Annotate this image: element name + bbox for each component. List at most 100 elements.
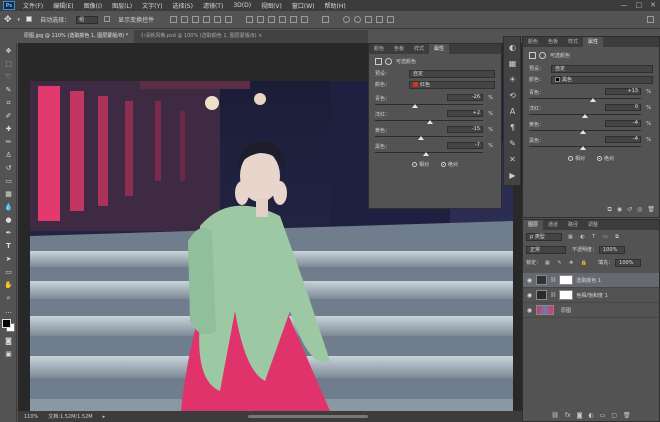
eye-icon[interactable]: ◉ bbox=[526, 292, 533, 299]
move-tool-icon[interactable]: ✥ bbox=[3, 46, 14, 56]
distribute-right-icon[interactable] bbox=[301, 16, 309, 23]
tab-paths[interactable]: 路径 bbox=[563, 220, 583, 230]
auto-select-checkbox[interactable] bbox=[26, 15, 34, 24]
menu-layer[interactable]: 图层(L) bbox=[107, 1, 137, 10]
history-panel-icon[interactable]: ⟲ bbox=[507, 90, 518, 101]
eraser-tool-icon[interactable]: ▭ bbox=[3, 176, 14, 186]
type-tool-icon[interactable]: T bbox=[3, 241, 14, 251]
menu-edit[interactable]: 编辑(E) bbox=[48, 1, 78, 10]
distribute-bottom-icon[interactable] bbox=[268, 16, 276, 23]
mask-icon[interactable] bbox=[385, 57, 392, 65]
tab-properties[interactable]: 属性 bbox=[429, 44, 450, 54]
color-dropdown[interactable]: 红色 bbox=[409, 80, 495, 89]
menu-file[interactable]: 文件(F) bbox=[18, 1, 48, 10]
tab-adjustments[interactable]: 调整 bbox=[583, 220, 603, 230]
gradient-tool-icon[interactable]: ▦ bbox=[3, 189, 14, 199]
slider-row[interactable]: 洋红： 0% bbox=[529, 104, 653, 120]
reset-icon[interactable]: ↺ bbox=[627, 206, 632, 214]
layer-name[interactable]: 原图 bbox=[561, 307, 571, 314]
new-adjustment-icon[interactable]: ◐ bbox=[588, 412, 593, 419]
align-right-icon[interactable] bbox=[225, 16, 233, 23]
menu-type[interactable]: 文字(Y) bbox=[137, 1, 167, 10]
slider-value-field[interactable]: -26 bbox=[447, 94, 483, 101]
dodge-tool-icon[interactable]: ● bbox=[3, 215, 14, 225]
radio-absolute[interactable]: 绝对 bbox=[441, 161, 458, 168]
slider-row[interactable]: 青色： +13% bbox=[529, 88, 653, 104]
workspace-icon[interactable] bbox=[647, 16, 654, 23]
visibility-icon[interactable]: ◎ bbox=[637, 206, 642, 214]
menu-select[interactable]: 选择(S) bbox=[167, 1, 198, 10]
preset-dropdown-right[interactable]: 自定 bbox=[551, 64, 653, 73]
tab-layers[interactable]: 图层 bbox=[523, 220, 544, 230]
move-tool-icon[interactable]: ✥ bbox=[4, 15, 12, 25]
distribute-top-icon[interactable] bbox=[246, 16, 254, 23]
tab-styles-right[interactable]: 样式 bbox=[563, 37, 583, 47]
align-left-icon[interactable] bbox=[203, 16, 211, 23]
slider-thumb[interactable] bbox=[422, 152, 429, 156]
layer-row[interactable]: ◉ ⛓ 选取颜色 1 bbox=[523, 273, 659, 288]
distribute-left-icon[interactable] bbox=[279, 16, 287, 23]
opacity-field[interactable]: 100% bbox=[599, 245, 626, 254]
color-dropdown-right[interactable]: 黑色 bbox=[551, 75, 653, 84]
slider-track[interactable] bbox=[375, 152, 483, 153]
slider-row[interactable]: 黑色： -7% bbox=[375, 142, 495, 158]
radio-absolute-right[interactable]: 绝对 bbox=[597, 155, 614, 162]
slider-thumb[interactable] bbox=[589, 98, 596, 102]
hand-tool-icon[interactable]: ✋ bbox=[3, 280, 14, 290]
slider-thumb[interactable] bbox=[579, 146, 586, 150]
slider-row[interactable]: 黄色： -15% bbox=[375, 126, 495, 142]
quick-select-tool-icon[interactable]: ✎ bbox=[3, 85, 14, 95]
menu-3d[interactable]: 3D(D) bbox=[228, 2, 256, 9]
distribute-vcenter-icon[interactable] bbox=[257, 16, 265, 23]
tab-original[interactable]: 原图.jpg @ 110% (选取颜色 1, 图层蒙版/8) * bbox=[18, 30, 135, 43]
layer-name[interactable]: 选取颜色 1 bbox=[576, 277, 601, 284]
slider-thumb[interactable] bbox=[579, 130, 586, 134]
menu-filter[interactable]: 滤镜(T) bbox=[198, 1, 228, 10]
new-group-icon[interactable]: ▭ bbox=[600, 412, 606, 419]
zoom-tool-icon[interactable]: ⌕ bbox=[3, 293, 14, 303]
shape-tool-icon[interactable]: ▭ bbox=[3, 267, 14, 277]
adjustments-panel-icon[interactable]: ☀ bbox=[507, 74, 518, 85]
show-transform-checkbox[interactable] bbox=[104, 15, 112, 24]
chain-icon[interactable]: ⛓ bbox=[550, 277, 556, 283]
slider-value-field[interactable]: -4 bbox=[605, 136, 641, 143]
delete-layer-icon[interactable]: 🗑 bbox=[623, 412, 631, 419]
tab-swatches-right[interactable]: 色板 bbox=[543, 37, 563, 47]
add-mask-icon[interactable]: ◙ bbox=[577, 412, 583, 419]
swatches-panel-icon[interactable]: ▦ bbox=[507, 58, 518, 69]
crop-tool-icon[interactable]: ⌗ bbox=[3, 98, 14, 108]
screen-mode-icon[interactable]: ▣ bbox=[3, 349, 14, 359]
layer-filter-dropdown[interactable]: ρ 类型 bbox=[526, 232, 562, 241]
slider-thumb[interactable] bbox=[418, 136, 425, 140]
align-vcenter-icon[interactable] bbox=[181, 16, 189, 23]
3d-roll-icon[interactable] bbox=[354, 16, 362, 23]
slider-row[interactable]: 青色： -26% bbox=[375, 94, 495, 110]
maximize-button[interactable]: □ bbox=[636, 1, 643, 9]
slider-row[interactable]: 洋红： +2% bbox=[375, 110, 495, 126]
color-panel-icon[interactable]: ◐ bbox=[507, 42, 518, 53]
slider-track[interactable] bbox=[529, 98, 641, 99]
clip-to-layer-icon[interactable]: ⧉ bbox=[608, 206, 612, 214]
delete-icon[interactable]: 🗑 bbox=[647, 206, 655, 214]
history-brush-tool-icon[interactable]: ↺ bbox=[3, 163, 14, 173]
lock-icons[interactable]: ▦ ✎ ✥ 🔒 bbox=[545, 260, 590, 266]
layer-style-icon[interactable]: fx bbox=[565, 412, 571, 419]
radio-relative-right[interactable]: 相对 bbox=[567, 155, 585, 162]
tab-color-right[interactable]: 颜色 bbox=[523, 37, 543, 47]
menu-window[interactable]: 窗口(W) bbox=[287, 1, 320, 10]
actions-panel-icon[interactable]: ▶ bbox=[507, 170, 518, 181]
path-select-tool-icon[interactable]: ➤ bbox=[3, 254, 14, 264]
edit-toolbar-icon[interactable]: … bbox=[3, 306, 14, 316]
eye-icon[interactable]: ◉ bbox=[526, 307, 533, 314]
slider-thumb[interactable] bbox=[582, 114, 588, 118]
brush-panel-icon[interactable]: ✎ bbox=[507, 138, 518, 149]
distribute-hcenter-icon[interactable] bbox=[290, 16, 298, 23]
slider-value-field[interactable]: 0 bbox=[605, 104, 641, 111]
tab-properties-right[interactable]: 属性 bbox=[583, 37, 604, 47]
slider-value-field[interactable]: +2 bbox=[447, 110, 483, 117]
3d-rotate-icon[interactable] bbox=[343, 16, 351, 23]
quick-mask-icon[interactable]: ◙ bbox=[3, 336, 14, 346]
character-panel-icon[interactable]: A bbox=[507, 106, 518, 117]
layer-mask-thumbnail[interactable] bbox=[559, 290, 574, 300]
slider-value-field[interactable]: -7 bbox=[447, 142, 483, 149]
